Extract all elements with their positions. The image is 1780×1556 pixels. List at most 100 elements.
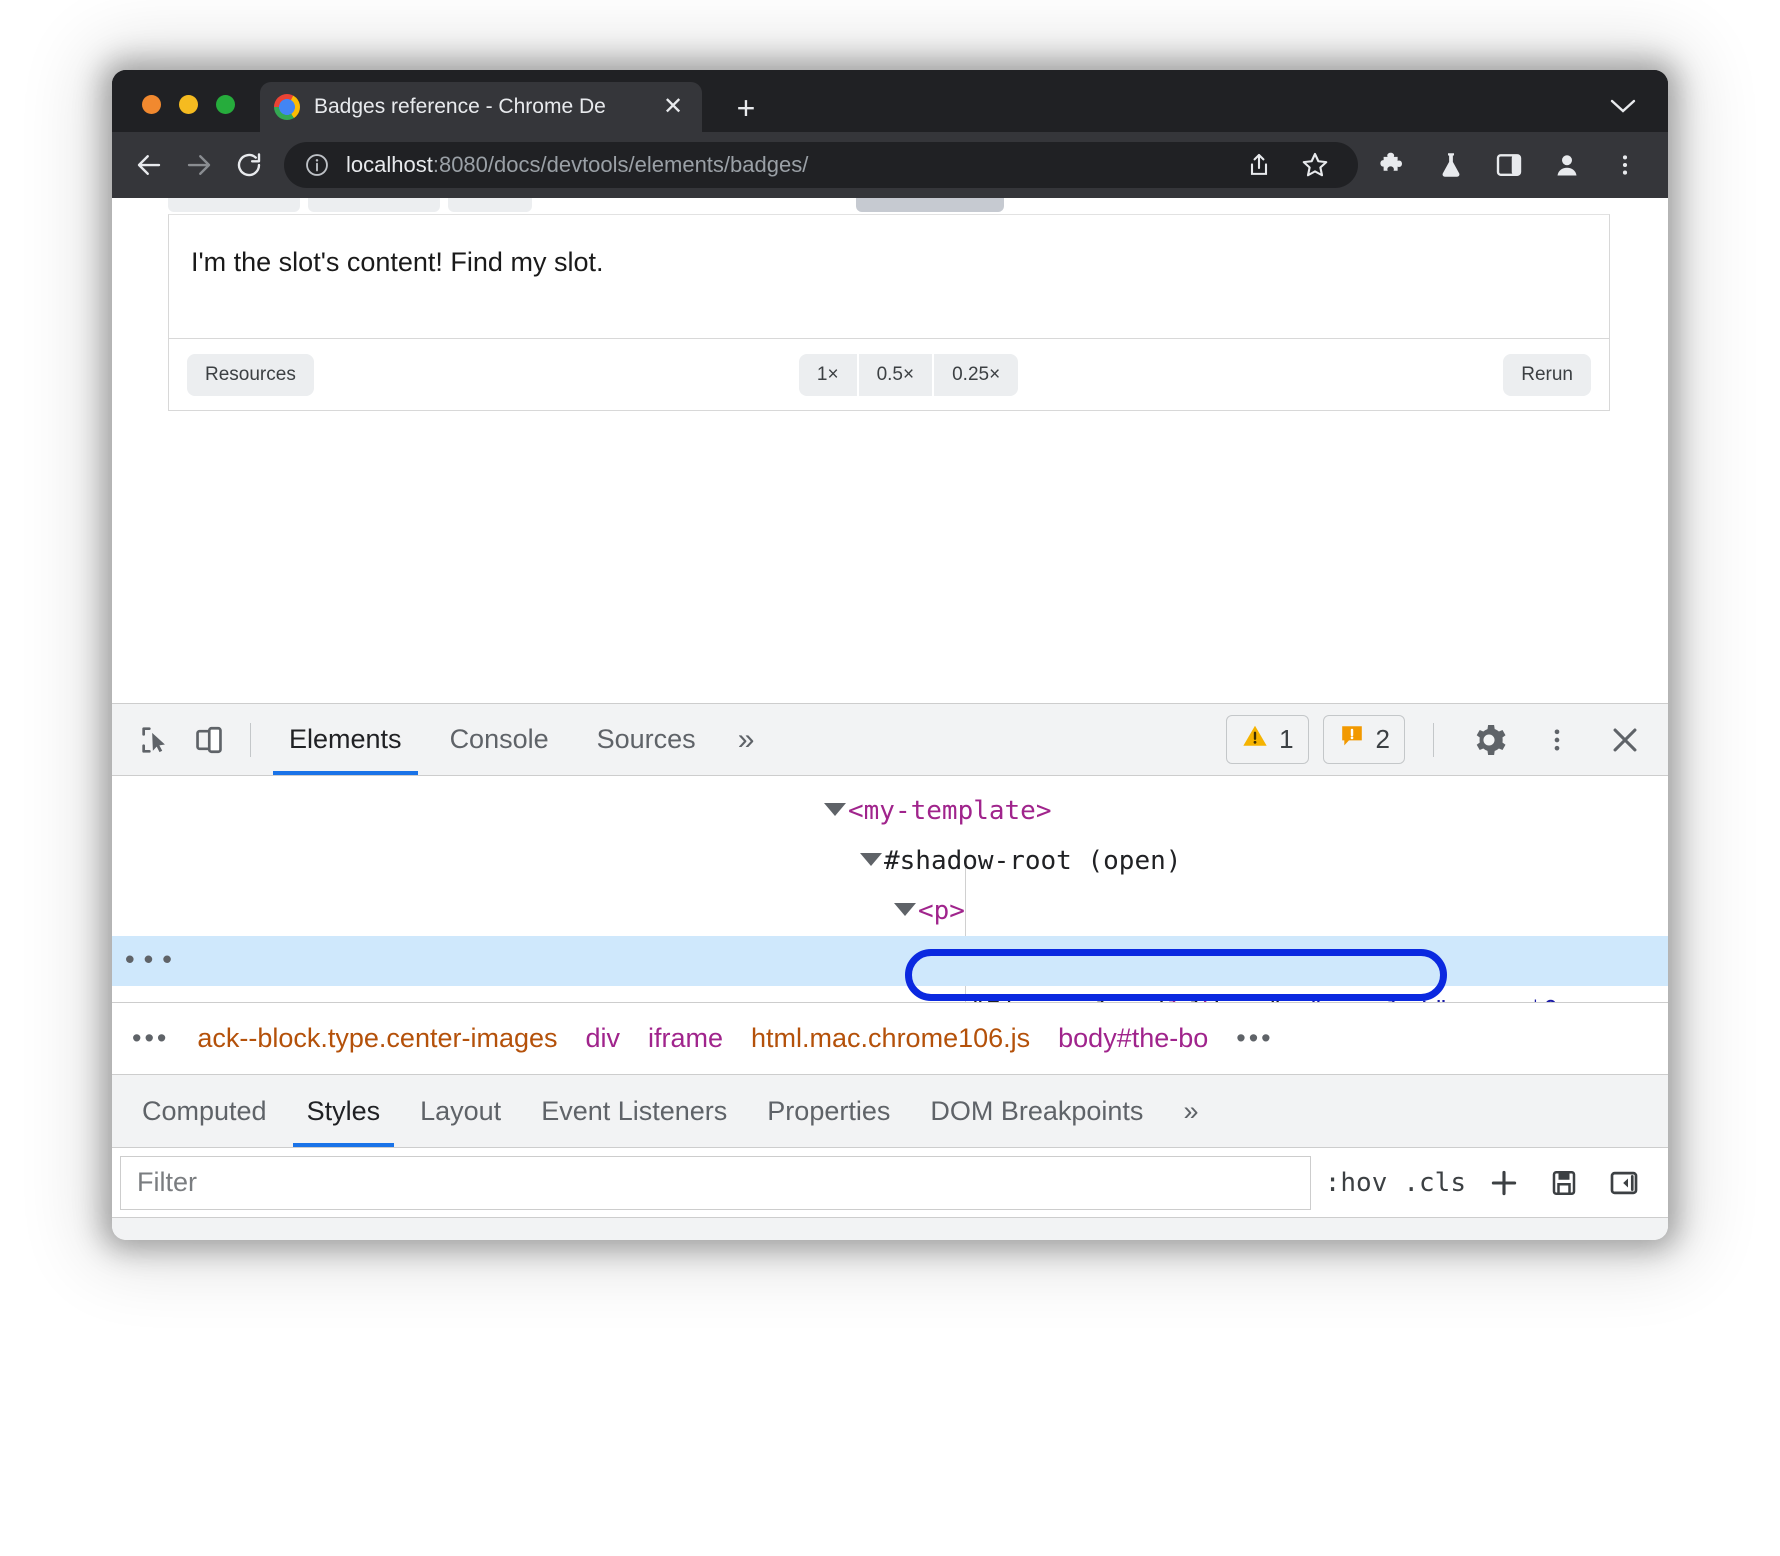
tab-styles[interactable]: Styles (287, 1075, 401, 1147)
warning-triangle-icon (1241, 722, 1269, 757)
tab-console[interactable]: Console (426, 704, 573, 775)
demo-toolbar: Resources 1× 0.5× 0.25× Rerun (168, 339, 1610, 411)
omnibox-actions (1236, 142, 1342, 188)
tab-layout[interactable]: Layout (400, 1075, 521, 1147)
ghost-button[interactable] (308, 198, 440, 212)
tab-title: Badges reference - Chrome De (314, 95, 658, 119)
close-window-button[interactable] (142, 95, 161, 114)
kebab-menu-icon[interactable] (1602, 142, 1648, 188)
profile-icon[interactable] (1544, 142, 1590, 188)
breadcrumb-overflow-right[interactable]: ••• (1222, 1023, 1287, 1054)
resources-button[interactable]: Resources (187, 354, 314, 396)
breadcrumb-item-4[interactable]: body#the-bo (1044, 1023, 1222, 1054)
rerun-button[interactable]: Rerun (1503, 354, 1591, 396)
tab-dom-breakpoints[interactable]: DOM Breakpoints (910, 1075, 1163, 1147)
demo-output-frame: I'm the slot's content! Find my slot. (168, 214, 1610, 339)
chrome-icon (274, 94, 300, 120)
demo-tabbar-partial (168, 198, 1610, 214)
browser-toolbar: localhost:8080/docs/devtools/elements/ba… (112, 132, 1668, 198)
breadcrumb: ••• ack--block.type.center-images div if… (112, 1002, 1668, 1074)
star-icon[interactable] (1292, 142, 1338, 188)
reload-icon[interactable] (226, 142, 272, 188)
issues-badge[interactable]: 2 (1323, 715, 1405, 764)
side-panel-icon[interactable] (1486, 142, 1532, 188)
tab-sources[interactable]: Sources (573, 704, 720, 775)
tab-properties[interactable]: Properties (747, 1075, 910, 1147)
flask-icon[interactable] (1428, 142, 1474, 188)
expand-triangle-icon[interactable] (894, 903, 916, 916)
row-ellipsis[interactable]: ••• (122, 936, 178, 986)
zoom-1x-button[interactable]: 1× (799, 354, 857, 396)
dom-node-label: "I'm a placeholder." (970, 996, 1283, 1002)
close-icon[interactable] (1598, 713, 1652, 767)
dom-node-label: #shadow-root (open) (884, 846, 1181, 876)
puzzle-icon[interactable] (1370, 142, 1416, 188)
search-input[interactable]: Filter (120, 1156, 1311, 1210)
browser-tab[interactable]: Badges reference - Chrome De ✕ (260, 82, 702, 132)
inspect-element-icon[interactable] (128, 713, 182, 767)
plus-icon[interactable] (1482, 1161, 1526, 1205)
device-toolbar-icon[interactable] (182, 713, 236, 767)
new-tab-button[interactable]: + (726, 88, 766, 128)
toolbar-divider (1433, 723, 1434, 757)
zoom-025x-button[interactable]: 0.25× (934, 354, 1018, 396)
dom-node-shadow-root[interactable]: #shadow-root (open) (112, 836, 1668, 886)
demo-output-text: I'm the slot's content! Find my slot. (191, 247, 1587, 278)
issue-bubble-icon (1338, 722, 1366, 757)
dom-node-p-open[interactable]: <p> (112, 886, 1668, 936)
dom-node-slot-open-selected[interactable]: •••<slot name="my-slot"> == $0 (112, 936, 1668, 986)
ghost-button[interactable] (448, 198, 532, 212)
forward-arrow-icon[interactable] (176, 142, 222, 188)
breadcrumb-item-2[interactable]: iframe (634, 1023, 737, 1054)
dom-node-label: <p> (918, 896, 965, 926)
ghost-button-selected[interactable] (856, 198, 1004, 212)
info-circle-icon[interactable] (304, 152, 330, 178)
hov-toggle-button[interactable]: :hov (1325, 1168, 1388, 1198)
ghost-button[interactable] (168, 198, 300, 212)
browser-window: Badges reference - Chrome De ✕ + (112, 70, 1668, 1240)
close-icon[interactable]: ✕ (658, 92, 688, 122)
maximize-window-button[interactable] (216, 95, 235, 114)
back-arrow-icon[interactable] (126, 142, 172, 188)
more-pane-tabs-icon[interactable]: » (1163, 1075, 1218, 1147)
breadcrumb-overflow-left[interactable]: ••• (118, 1023, 183, 1054)
devtools-tabs: Elements Console Sources (265, 704, 720, 775)
kebab-menu-icon[interactable] (1530, 713, 1584, 767)
expand-triangle-icon[interactable] (824, 803, 846, 816)
demo-embed: I'm the slot's content! Find my slot. Re… (168, 198, 1610, 411)
print-style-icon[interactable] (1542, 1161, 1586, 1205)
dom-tree: <my-template> #shadow-root (open) <p> ••… (112, 776, 1668, 1002)
url-path: :8080/docs/devtools/elements/badges/ (433, 152, 808, 177)
styles-pane-placeholder (112, 1218, 1668, 1240)
zoom-level-group: 1× 0.5× 0.25× (798, 354, 1019, 396)
breadcrumb-item-3[interactable]: html.mac.chrome106.js (737, 1023, 1044, 1054)
warnings-badge[interactable]: 1 (1226, 715, 1308, 764)
breadcrumb-item-0[interactable]: ack--block.type.center-images (183, 1023, 571, 1054)
warnings-count: 1 (1279, 724, 1293, 755)
toolbar-right-icons (1370, 142, 1654, 188)
share-icon[interactable] (1236, 142, 1282, 188)
breadcrumb-item-1[interactable]: div (572, 1023, 635, 1054)
dom-node-label: <my-template> (848, 796, 1052, 826)
address-bar[interactable]: localhost:8080/docs/devtools/elements/ba… (284, 142, 1358, 188)
toggle-sidebar-icon[interactable] (1602, 1161, 1646, 1205)
styles-pane-tabs: Computed Styles Layout Event Listeners P… (112, 1074, 1668, 1148)
gear-icon[interactable] (1462, 713, 1516, 767)
devtools-toolbar: Elements Console Sources » 1 (112, 704, 1668, 776)
more-tabs-icon[interactable]: » (720, 723, 773, 757)
minimize-window-button[interactable] (179, 95, 198, 114)
tab-elements[interactable]: Elements (265, 704, 426, 775)
expand-triangle-icon[interactable] (860, 853, 882, 866)
dom-node-my-template-open[interactable]: <my-template> (112, 786, 1668, 836)
address-bar-url: localhost:8080/docs/devtools/elements/ba… (346, 152, 1236, 178)
zoom-05x-button[interactable]: 0.5× (859, 354, 933, 396)
tab-event-listeners[interactable]: Event Listeners (521, 1075, 747, 1147)
page-viewport: I'm the slot's content! Find my slot. Re… (112, 198, 1668, 1240)
dom-node-placeholder-text[interactable]: "I'm a placeholder." (112, 986, 1668, 1002)
tab-strip: Badges reference - Chrome De ✕ + (112, 70, 1668, 132)
styles-filter-actions: :hov .cls (1311, 1161, 1660, 1205)
tab-computed[interactable]: Computed (122, 1075, 287, 1147)
cls-toggle-button[interactable]: .cls (1403, 1168, 1466, 1198)
styles-filter-bar: Filter :hov .cls (112, 1148, 1668, 1218)
chevron-down-icon[interactable] (1606, 92, 1640, 120)
